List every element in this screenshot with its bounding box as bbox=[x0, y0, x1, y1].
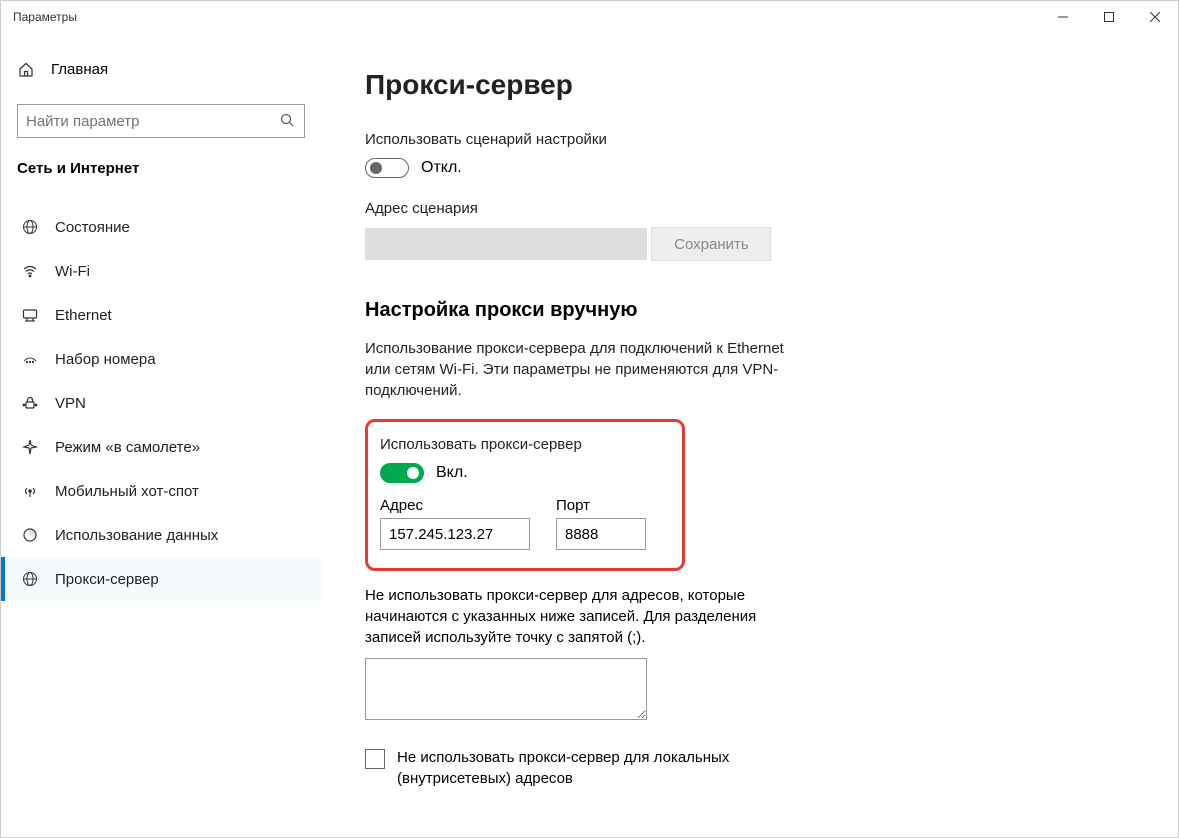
close-button[interactable] bbox=[1132, 1, 1178, 33]
sidebar-item-airplane[interactable]: Режим «в самолете» bbox=[1, 425, 321, 469]
use-proxy-toggle[interactable] bbox=[380, 463, 424, 483]
script-address-input bbox=[365, 228, 647, 260]
dialup-icon bbox=[21, 351, 39, 367]
sidebar-item-hotspot[interactable]: Мобильный хот-спот bbox=[1, 469, 321, 513]
hotspot-icon bbox=[21, 483, 39, 499]
page-title: Прокси-сервер bbox=[365, 69, 1138, 101]
sidebar-item-datausage[interactable]: Использование данных bbox=[1, 513, 321, 557]
script-toggle-state: Откл. bbox=[421, 159, 462, 177]
main-content: Прокси-сервер Использовать сценарий наст… bbox=[321, 33, 1178, 837]
sidebar-item-dialup[interactable]: Набор номера bbox=[1, 337, 321, 381]
script-toggle[interactable] bbox=[365, 158, 409, 178]
category-title: Сеть и Интернет bbox=[1, 160, 321, 177]
manual-title: Настройка прокси вручную bbox=[365, 299, 1138, 322]
sidebar-item-label: Использование данных bbox=[55, 527, 218, 544]
script-save-button: Сохранить bbox=[651, 227, 771, 261]
exclusions-input[interactable] bbox=[365, 658, 647, 720]
title-bar: Параметры bbox=[1, 1, 1178, 33]
search-input[interactable] bbox=[26, 113, 280, 130]
window-controls bbox=[1040, 1, 1178, 33]
script-address-label: Адрес сценария bbox=[365, 200, 1138, 217]
sidebar-item-label: Набор номера bbox=[55, 351, 156, 368]
local-checkbox-label: Не использовать прокси-сервер для локаль… bbox=[397, 747, 805, 789]
window-title: Параметры bbox=[13, 10, 77, 24]
sidebar-item-label: Ethernet bbox=[55, 307, 112, 324]
home-link[interactable]: Главная bbox=[1, 53, 321, 86]
use-proxy-state: Вкл. bbox=[436, 464, 468, 482]
ethernet-icon bbox=[21, 307, 39, 323]
address-label: Адрес bbox=[380, 497, 530, 514]
wifi-icon bbox=[21, 263, 39, 279]
maximize-button[interactable] bbox=[1086, 1, 1132, 33]
sidebar-item-label: VPN bbox=[55, 395, 86, 412]
script-toggle-label: Использовать сценарий настройки bbox=[365, 131, 1138, 148]
sidebar-item-wifi[interactable]: Wi-Fi bbox=[1, 249, 321, 293]
sidebar-item-label: Состояние bbox=[55, 219, 130, 236]
port-label: Порт bbox=[556, 497, 646, 514]
exclusions-desc: Не использовать прокси-сервер для адресо… bbox=[365, 585, 805, 648]
sidebar-item-label: Wi-Fi bbox=[55, 263, 90, 280]
airplane-icon bbox=[21, 439, 39, 455]
home-icon bbox=[17, 62, 35, 78]
manual-desc: Использование прокси-сервера для подключ… bbox=[365, 338, 805, 401]
address-input[interactable] bbox=[380, 518, 530, 550]
minimize-button[interactable] bbox=[1040, 1, 1086, 33]
sidebar-item-status[interactable]: Состояние bbox=[1, 205, 321, 249]
sidebar-item-ethernet[interactable]: Ethernet bbox=[1, 293, 321, 337]
sidebar: Главная Сеть и Интернет Состояние Wi-Fi … bbox=[1, 33, 321, 837]
sidebar-item-label: Мобильный хот-спот bbox=[55, 483, 199, 500]
sidebar-item-vpn[interactable]: VPN bbox=[1, 381, 321, 425]
highlight-box: Использовать прокси-сервер Вкл. Адрес По… bbox=[365, 419, 685, 571]
sidebar-item-label: Режим «в самолете» bbox=[55, 439, 200, 456]
home-label: Главная bbox=[51, 61, 108, 78]
proxy-icon bbox=[21, 571, 39, 587]
local-checkbox[interactable] bbox=[365, 749, 385, 769]
datausage-icon bbox=[21, 527, 39, 543]
port-input[interactable] bbox=[556, 518, 646, 550]
use-proxy-label: Использовать прокси-сервер bbox=[380, 436, 670, 453]
search-icon bbox=[280, 113, 296, 129]
search-box[interactable] bbox=[17, 104, 305, 138]
vpn-icon bbox=[21, 395, 39, 411]
sidebar-item-proxy[interactable]: Прокси-сервер bbox=[1, 557, 321, 601]
globe-icon bbox=[21, 219, 39, 235]
sidebar-item-label: Прокси-сервер bbox=[55, 571, 159, 588]
